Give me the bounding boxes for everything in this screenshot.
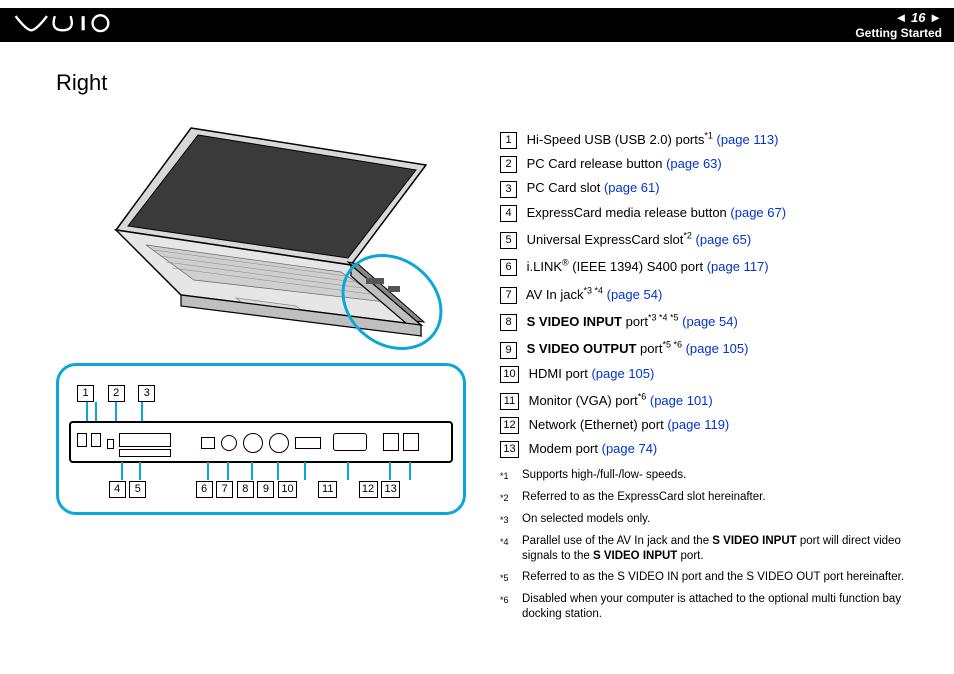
page-link[interactable]: (page 67) (730, 205, 786, 220)
callout-9: 9 (257, 481, 274, 498)
callout-1: 1 (77, 385, 94, 402)
page-link[interactable]: (page 113) (717, 132, 779, 147)
port-item: 8 S VIDEO INPUT port*3 *4 *5 (page 54) (500, 310, 930, 331)
footnote: *1Supports high-/full-/low- speeds. (500, 468, 930, 484)
footnote-marker: *1 (500, 468, 522, 484)
footnote-marker: *2 (500, 490, 522, 506)
callout-13: 13 (381, 481, 400, 498)
port-item: 10 HDMI port (page 105) (500, 365, 930, 383)
port-item: 2 PC Card release button (page 63) (500, 155, 930, 173)
port-item: 13 Modem port (page 74) (500, 440, 930, 458)
item-text: PC Card slot (page 61) (523, 180, 660, 195)
footnote-text: Referred to as the ExpressCard slot here… (522, 490, 766, 506)
port-item: 5 Universal ExpressCard slot*2 (page 65) (500, 228, 930, 249)
item-text: Network (Ethernet) port (page 119) (525, 417, 729, 432)
item-text: Hi-Speed USB (USB 2.0) ports*1 (page 113… (523, 132, 778, 147)
page-link[interactable]: (page 63) (666, 156, 722, 171)
item-number: 13 (500, 441, 519, 458)
callout-10: 10 (278, 481, 297, 498)
callout-12: 12 (359, 481, 378, 498)
port-item: 3 PC Card slot (page 61) (500, 179, 930, 197)
footnote-marker: *5 (500, 570, 522, 586)
footnote: *3On selected models only. (500, 512, 930, 528)
footnote-marker: *3 (500, 512, 522, 528)
page-number: 16 (911, 10, 925, 25)
footnote-text: On selected models only. (522, 512, 650, 528)
vaio-logo (14, 13, 140, 38)
port-listing: 1 Hi-Speed USB (USB 2.0) ports*1 (page 1… (500, 128, 930, 628)
section-title: Getting Started (855, 26, 942, 40)
footnote: *6Disabled when your computer is attache… (500, 592, 930, 622)
footnote-marker: *4 (500, 534, 522, 564)
diagram-area: 1 2 3 (56, 120, 468, 515)
page-link[interactable]: (page 117) (707, 259, 769, 274)
callout-3: 3 (138, 385, 155, 402)
footnotes: *1Supports high-/full-/low- speeds.*2Ref… (500, 468, 930, 622)
footnote-text: Parallel use of the AV In jack and the S… (522, 534, 930, 564)
bottom-callouts: 4 5 6 7 8 9 10 11 12 13 (59, 480, 463, 498)
callout-8: 8 (237, 481, 254, 498)
header-bar: ◄ 16 ► Getting Started (0, 8, 954, 42)
item-text: Modem port (page 74) (525, 441, 657, 456)
side-view-diagram: 1 2 3 (56, 363, 466, 515)
footnote: *4Parallel use of the AV In jack and the… (500, 534, 930, 564)
prev-page-icon[interactable]: ◄ (895, 10, 908, 25)
port-item: 12 Network (Ethernet) port (page 119) (500, 416, 930, 434)
item-text: AV In jack*3 *4 (page 54) (523, 287, 662, 302)
page-link[interactable]: (page 65) (696, 232, 752, 247)
item-number: 7 (500, 287, 517, 304)
item-number: 5 (500, 232, 517, 249)
item-number: 1 (500, 132, 517, 149)
page-link[interactable]: (page 119) (667, 417, 729, 432)
callout-6: 6 (196, 481, 213, 498)
page-link[interactable]: (page 74) (602, 441, 658, 456)
item-number: 3 (500, 181, 517, 198)
callout-4: 4 (109, 481, 126, 498)
port-item: 1 Hi-Speed USB (USB 2.0) ports*1 (page 1… (500, 128, 930, 149)
port-item: 6 i.LINK® (IEEE 1394) S400 port (page 11… (500, 255, 930, 276)
footnote: *2Referred to as the ExpressCard slot he… (500, 490, 930, 506)
page-link[interactable]: (page 54) (607, 287, 663, 302)
item-text: Universal ExpressCard slot*2 (page 65) (523, 232, 751, 247)
page-link[interactable]: (page 101) (650, 393, 713, 408)
page-nav: ◄ 16 ► (895, 10, 942, 25)
next-page-icon[interactable]: ► (929, 10, 942, 25)
item-number: 4 (500, 205, 517, 222)
item-number: 11 (500, 393, 519, 410)
item-text: S VIDEO INPUT port*3 *4 *5 (page 54) (523, 314, 738, 329)
item-text: S VIDEO OUTPUT port*5 *6 (page 105) (523, 341, 748, 356)
port-item: 4 ExpressCard media release button (page… (500, 204, 930, 222)
laptop-illustration (86, 120, 456, 355)
top-callouts: 1 2 3 (77, 384, 165, 402)
callout-11: 11 (318, 481, 337, 498)
item-text: ExpressCard media release button (page 6… (523, 205, 786, 220)
callout-7: 7 (216, 481, 233, 498)
item-number: 2 (500, 156, 517, 173)
item-text: PC Card release button (page 63) (523, 156, 722, 171)
footnote-text: Supports high-/full-/low- speeds. (522, 468, 686, 484)
item-number: 9 (500, 342, 517, 359)
page-link[interactable]: (page 54) (682, 314, 738, 329)
footnote-text: Disabled when your computer is attached … (522, 592, 930, 622)
footnote-marker: *6 (500, 592, 522, 622)
port-item: 9 S VIDEO OUTPUT port*5 *6 (page 105) (500, 337, 930, 358)
item-number: 8 (500, 314, 517, 331)
port-item: 7 AV In jack*3 *4 (page 54) (500, 282, 930, 303)
item-number: 6 (500, 259, 517, 276)
page-title: Right (56, 70, 107, 96)
port-item: 11 Monitor (VGA) port*6 (page 101) (500, 389, 930, 410)
callout-2: 2 (108, 385, 125, 402)
item-text: Monitor (VGA) port*6 (page 101) (525, 393, 713, 408)
item-text: HDMI port (page 105) (525, 366, 654, 381)
laptop-side-body (69, 421, 453, 463)
item-number: 10 (500, 366, 519, 383)
page-link[interactable]: (page 105) (686, 341, 749, 356)
callout-5: 5 (129, 481, 146, 498)
footnote: *5Referred to as the S VIDEO IN port and… (500, 570, 930, 586)
footnote-text: Referred to as the S VIDEO IN port and t… (522, 570, 904, 586)
item-number: 12 (500, 417, 519, 434)
item-text: i.LINK® (IEEE 1394) S400 port (page 117) (523, 259, 769, 274)
page-link[interactable]: (page 61) (604, 180, 660, 195)
page-link[interactable]: (page 105) (591, 366, 654, 381)
